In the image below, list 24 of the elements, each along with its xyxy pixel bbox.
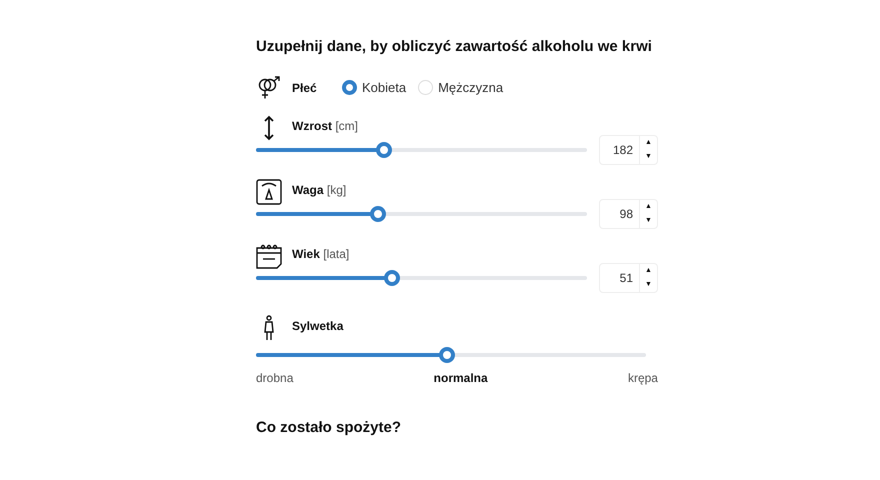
scale-label: krępa xyxy=(628,370,658,386)
scale-icon xyxy=(256,178,282,204)
field-label: Sylwetka xyxy=(292,318,344,334)
gender-symbols-icon xyxy=(256,74,282,100)
radio-option[interactable]: Mężczyzna xyxy=(418,78,504,98)
slider-thumb[interactable] xyxy=(370,206,386,222)
field-label: Wzrost [cm] xyxy=(292,118,358,134)
slider[interactable] xyxy=(256,206,587,222)
section-heading: Co zostało spożyte? xyxy=(256,418,402,438)
slider[interactable] xyxy=(256,346,646,362)
radio-icon[interactable] xyxy=(342,80,357,95)
slider[interactable] xyxy=(256,142,587,158)
field-label: Płeć xyxy=(292,80,318,96)
slider-thumb[interactable] xyxy=(439,346,456,362)
field-label: Wiek [lata] xyxy=(292,246,350,262)
calendar-icon xyxy=(256,242,282,268)
radio-option[interactable]: Kobieta xyxy=(342,78,406,98)
slider-thumb[interactable] xyxy=(384,270,400,286)
form-heading: Uzupełnij dane, by obliczyć zawartość alkoholu we krwi xyxy=(256,37,653,57)
slider-thumb[interactable] xyxy=(376,142,392,158)
field-label: Waga [kg] xyxy=(292,182,346,198)
slider[interactable] xyxy=(256,270,587,286)
scale-label: drobna xyxy=(256,370,294,386)
scale-label: normalna xyxy=(434,370,488,386)
